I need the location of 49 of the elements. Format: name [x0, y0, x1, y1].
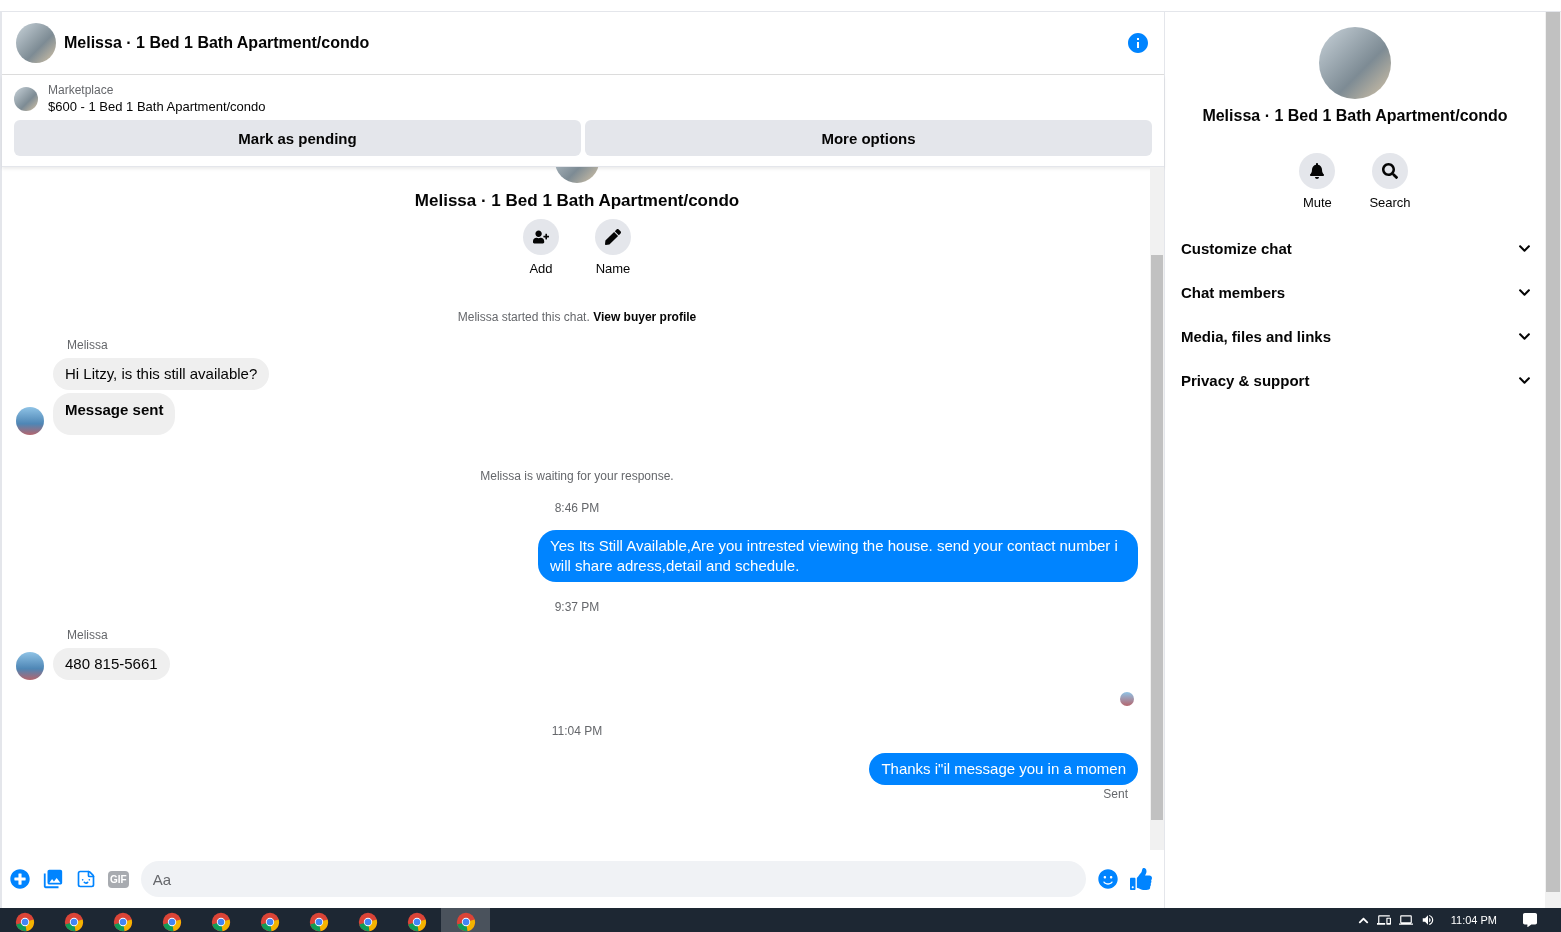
message-bubble: Yes Its Still Available,Are you intrested viewing the house. send your contact number i will share adress,detail and schedule.	[538, 530, 1138, 582]
section-toggle[interactable]: Chat members	[1181, 270, 1531, 314]
buyer-profile-link[interactable]: View buyer profile	[593, 310, 697, 324]
thumbs-up-icon[interactable]	[1130, 868, 1152, 890]
plus-icon[interactable]	[10, 869, 30, 889]
sender-name: Melissa	[67, 338, 109, 352]
seen-avatar	[1120, 692, 1134, 706]
timestamp: 8:46 PM	[553, 501, 601, 515]
chat-title: Melissa · 1 Bed 1 Bath Apartment/condo	[1202, 107, 1508, 125]
message-status: Sent	[1103, 787, 1128, 801]
laptop-icon[interactable]	[1398, 913, 1413, 927]
section-toggle[interactable]: Customize chat	[1181, 226, 1531, 270]
sticker-icon[interactable]	[76, 869, 96, 889]
scrollbar-thumb[interactable]	[1546, 12, 1560, 892]
photo-icon[interactable]	[42, 868, 64, 890]
clock[interactable]: 11:04 PM	[1450, 914, 1497, 926]
photo-placeholder	[14, 86, 38, 111]
pencil-icon	[605, 229, 621, 245]
sender-name: Melissa	[67, 628, 109, 642]
notification-icon[interactable]	[1523, 913, 1537, 927]
listing-action-button[interactable]: Mark as pending	[14, 120, 581, 156]
search-icon	[1382, 163, 1398, 179]
photo-placeholder	[16, 23, 56, 63]
scrollbar-thumb[interactable]	[1151, 255, 1163, 820]
notice-text: Melissa is waiting for your response.	[480, 469, 674, 483]
section-toggle[interactable]: Media, files and links	[1181, 314, 1531, 358]
message-bubble: Thanks i"il message you in a momen	[869, 753, 1138, 785]
taskbar-app[interactable]	[441, 908, 490, 932]
avatar	[16, 652, 44, 680]
listing-title: $600 - 1 Bed 1 Bath Apartment/condo	[48, 99, 266, 114]
device-icon[interactable]	[1376, 913, 1391, 927]
timestamp: 9:37 PM	[553, 600, 601, 614]
add-person-icon	[533, 229, 549, 245]
listing-action-button[interactable]: More options	[585, 120, 1152, 156]
message-input[interactable]: Aa	[140, 861, 1086, 897]
bell-icon	[1309, 163, 1326, 179]
message-bubble: Hi Litzy, is this still available?	[53, 358, 270, 390]
chat-title: Melissa · 1 Bed 1 Bath Apartment/condo	[414, 191, 740, 211]
message-bubble: Message sent	[53, 393, 176, 435]
info-icon[interactable]	[1126, 31, 1150, 55]
emoji-icon[interactable]	[1098, 869, 1118, 889]
message-bubble: 480 815-5661	[53, 648, 170, 680]
avatar	[16, 407, 44, 435]
notice-text: Melissa started this chat.	[457, 310, 590, 324]
chat-title: Melissa · 1 Bed 1 Bath Apartment/condo	[64, 34, 371, 52]
listing-source: Marketplace	[48, 83, 115, 97]
volume-icon[interactable]	[1420, 913, 1435, 927]
timestamp: 11:04 PM	[550, 724, 604, 738]
section-toggle[interactable]: Privacy & support	[1181, 358, 1531, 402]
